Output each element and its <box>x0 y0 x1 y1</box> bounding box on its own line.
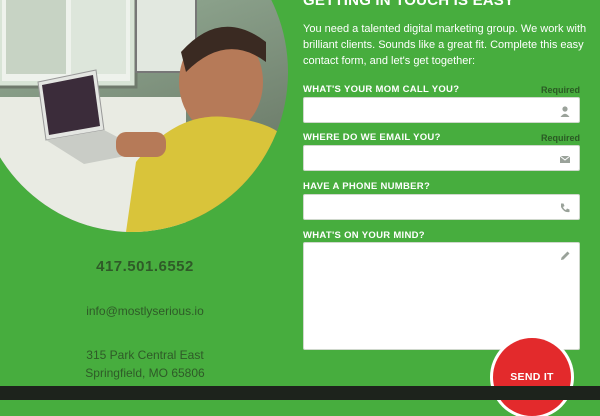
phone-icon <box>561 203 570 213</box>
envelope-icon <box>559 155 571 163</box>
phone-label: HAVE A PHONE NUMBER? <box>303 181 431 192</box>
message-label: WHAT'S ON YOUR MIND? <box>303 230 425 241</box>
footer-bar <box>0 386 600 400</box>
name-input[interactable] <box>303 97 580 123</box>
form-intro: You need a talented digital marketing gr… <box>303 23 587 67</box>
email-required: Required <box>540 133 580 143</box>
name-required: Required <box>540 85 580 95</box>
form-title: GETTING IN TOUCH IS EASY <box>303 0 515 9</box>
message-textarea[interactable] <box>303 242 580 350</box>
address: 315 Park Central East Springfield, MO 65… <box>50 346 240 382</box>
send-button[interactable]: SEND IT <box>493 338 571 416</box>
team-photo <box>0 0 288 232</box>
name-label: WHAT'S YOUR MOM CALL YOU? <box>303 84 460 95</box>
address-line-2: Springfield, MO 65806 <box>85 366 205 380</box>
email-link[interactable]: info@mostlyserious.io <box>50 304 240 318</box>
email-input[interactable] <box>303 145 580 171</box>
phone-input[interactable] <box>303 194 580 220</box>
phone-number[interactable]: 417.501.6552 <box>50 258 240 275</box>
pencil-icon <box>561 251 570 260</box>
email-label: WHERE DO WE EMAIL YOU? <box>303 132 441 143</box>
user-icon <box>560 106 570 117</box>
address-line-1: 315 Park Central East <box>86 348 204 362</box>
